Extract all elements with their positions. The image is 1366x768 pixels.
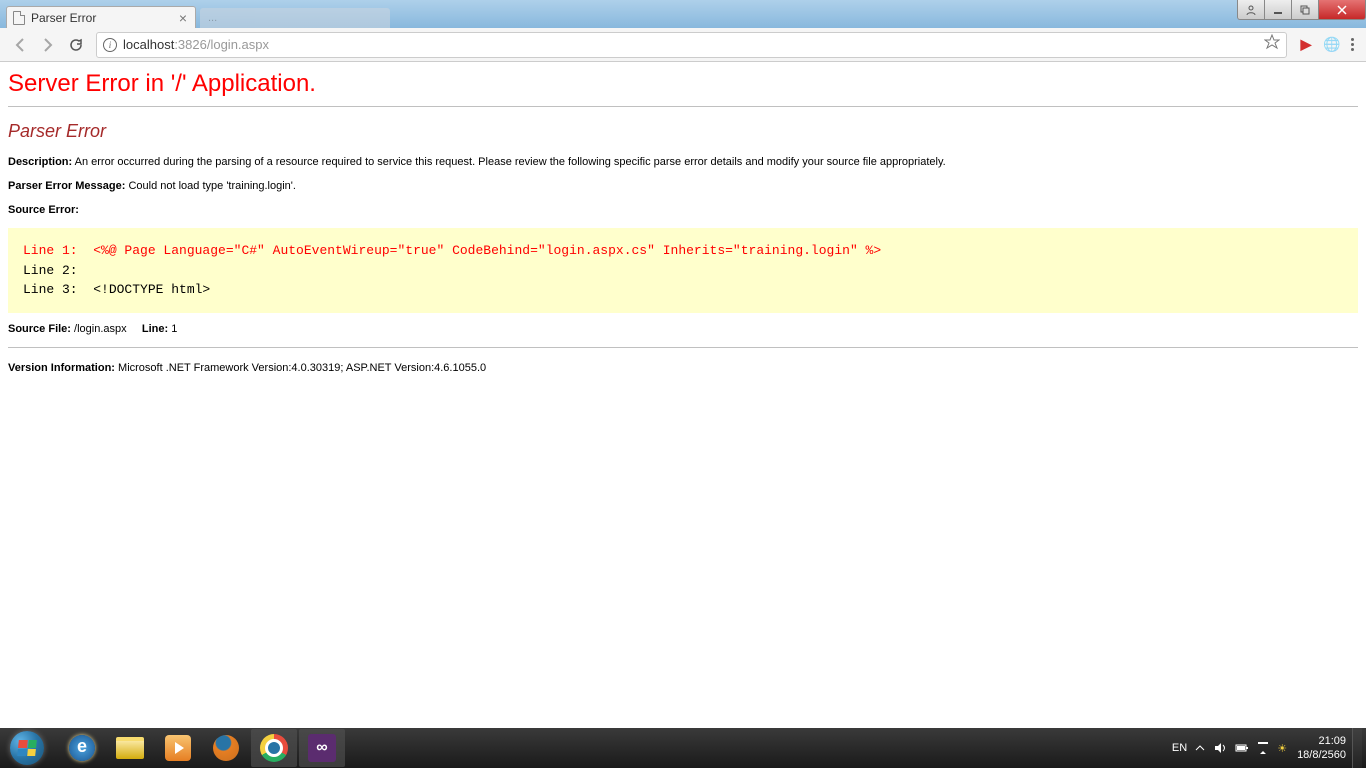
close-tab-icon[interactable]: ×: [179, 10, 187, 26]
source-file-value: /login.aspx: [74, 323, 127, 335]
browser-menu-button[interactable]: [1345, 32, 1360, 57]
source-code-block: Line 1: <%@ Page Language="C#" AutoEvent…: [8, 228, 1358, 313]
address-bar[interactable]: i localhost:3826/login.aspx: [96, 32, 1287, 58]
forward-button[interactable]: [34, 31, 62, 59]
visual-studio-icon: ∞: [308, 734, 336, 762]
parser-message-text: Could not load type 'training.login'.: [128, 180, 295, 192]
description-label: Description:: [8, 156, 72, 168]
document-icon: [13, 11, 25, 25]
browser-title-bar: Parser Error × ...: [0, 0, 1366, 28]
site-info-icon[interactable]: i: [103, 38, 117, 52]
browser-tab-active[interactable]: Parser Error ×: [6, 6, 196, 28]
browser-toolbar: i localhost:3826/login.aspx ▶ 🌐: [0, 28, 1366, 62]
tray-misc-icon[interactable]: ☀: [1277, 742, 1287, 755]
source-error-row: Source Error:: [8, 204, 1358, 216]
language-indicator[interactable]: EN: [1172, 742, 1187, 754]
windows-logo-icon: [10, 731, 44, 765]
description-text: An error occurred during the parsing of …: [75, 156, 946, 168]
taskbar-file-explorer[interactable]: [107, 729, 153, 767]
taskbar-firefox[interactable]: [203, 729, 249, 767]
globe-icon[interactable]: 🌐: [1322, 35, 1342, 55]
windows-taskbar: ∞ EN ☀ 21:09 18/8/2560: [0, 728, 1366, 768]
taskbar-internet-explorer[interactable]: [59, 729, 105, 767]
show-hidden-icons[interactable]: [1195, 743, 1205, 753]
version-text: Microsoft .NET Framework Version:4.0.303…: [118, 362, 486, 374]
tab-title: Parser Error: [31, 11, 175, 25]
system-tray: EN ☀ 21:09 18/8/2560: [1168, 728, 1366, 768]
tab-inactive-label: ...: [208, 12, 217, 24]
user-button[interactable]: [1237, 0, 1265, 20]
extension-icon[interactable]: ▶: [1296, 35, 1316, 55]
source-line-2: Line 2:: [23, 263, 93, 278]
volume-icon[interactable]: [1213, 741, 1227, 755]
close-window-button[interactable]: [1318, 0, 1366, 20]
source-file-label: Source File:: [8, 323, 71, 335]
media-player-icon: [165, 735, 191, 761]
bookmark-star-icon[interactable]: [1264, 34, 1280, 55]
line-value: 1: [171, 323, 177, 335]
version-label: Version Information:: [8, 362, 115, 374]
error-subheading: Parser Error: [8, 121, 1358, 142]
firefox-icon: [213, 735, 239, 761]
folder-icon: [116, 737, 144, 759]
error-heading: Server Error in '/' Application.: [8, 70, 1358, 98]
taskbar-media-player[interactable]: [155, 729, 201, 767]
source-line-1: Line 1: <%@ Page Language="C#" AutoEvent…: [23, 243, 881, 258]
battery-icon[interactable]: [1235, 741, 1249, 755]
parser-message-label: Parser Error Message:: [8, 180, 125, 192]
taskbar-visual-studio[interactable]: ∞: [299, 729, 345, 767]
taskbar-clock[interactable]: 21:09 18/8/2560: [1297, 734, 1346, 763]
window-controls: [1238, 0, 1366, 20]
show-desktop-button[interactable]: [1352, 728, 1362, 768]
line-label: Line:: [142, 323, 168, 335]
minimize-button[interactable]: [1264, 0, 1292, 20]
url-text: localhost:3826/login.aspx: [123, 37, 269, 52]
chrome-icon: [260, 734, 288, 762]
clock-time: 21:09: [1297, 734, 1346, 748]
back-button[interactable]: [6, 31, 34, 59]
start-button[interactable]: [0, 728, 54, 768]
ie-icon: [69, 735, 95, 761]
action-center-icon[interactable]: [1257, 741, 1269, 755]
browser-tab-inactive[interactable]: ...: [200, 8, 390, 28]
source-line-3: Line 3: <!DOCTYPE html>: [23, 282, 210, 297]
taskbar-chrome[interactable]: [251, 729, 297, 767]
parser-message-row: Parser Error Message: Could not load typ…: [8, 180, 1358, 192]
version-info-row: Version Information: Microsoft .NET Fram…: [8, 362, 1358, 374]
source-error-label: Source Error:: [8, 204, 79, 216]
divider: [8, 106, 1358, 107]
maximize-button[interactable]: [1291, 0, 1319, 20]
source-file-row: Source File: /login.aspx Line: 1: [8, 323, 1358, 335]
divider: [8, 347, 1358, 348]
clock-date: 18/8/2560: [1297, 748, 1346, 762]
description-row: Description: An error occurred during th…: [8, 156, 1358, 168]
page-content: Server Error in '/' Application. Parser …: [0, 62, 1366, 382]
reload-button[interactable]: [62, 31, 90, 59]
